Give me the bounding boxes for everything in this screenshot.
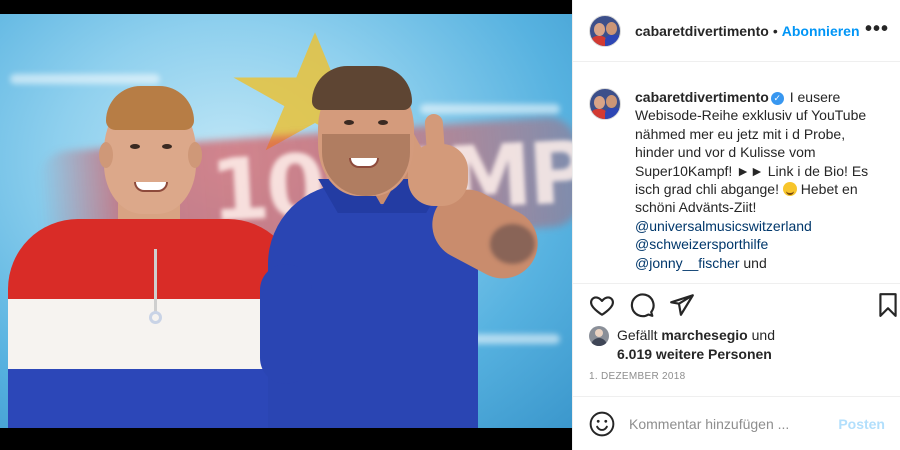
heart-icon[interactable]	[589, 292, 615, 318]
person-left-eye	[162, 144, 172, 149]
background-light-streak	[10, 74, 160, 84]
separator-dot: •	[772, 22, 778, 39]
liker-avatar[interactable]	[589, 326, 609, 346]
follow-button[interactable]: Abonnieren	[782, 23, 860, 39]
post-sidebar: cabaretdivertimento • Abonnieren ••• cab…	[572, 0, 900, 450]
likes-summary: Gefällt marchesegio und 6.019 weitere Pe…	[589, 326, 889, 364]
liker-username[interactable]: marchesegio	[661, 327, 747, 343]
post-media[interactable]: 10KAMP	[0, 0, 572, 450]
mention-link[interactable]: @schweizersporthilfe	[635, 235, 883, 253]
person-left-hair	[106, 86, 194, 130]
person-right-hair	[312, 66, 412, 110]
post-header: cabaretdivertimento • Abonnieren •••	[573, 0, 900, 62]
avatar[interactable]	[589, 88, 621, 120]
person-left-eye	[130, 144, 140, 149]
likes-prefix: Gefällt	[617, 327, 662, 343]
person-left-ear	[188, 142, 202, 168]
background-light-streak	[420, 104, 560, 114]
grinning-emoji-icon	[782, 182, 797, 197]
avatar[interactable]	[589, 14, 621, 47]
bookmark-icon[interactable]	[875, 292, 900, 318]
action-bar	[573, 284, 900, 326]
more-options-icon[interactable]: •••	[865, 19, 889, 39]
post-comment-button[interactable]: Posten	[838, 416, 885, 432]
mention-line: @jonny__fischer und	[635, 255, 767, 271]
caption-username[interactable]: cabaretdivertimento	[635, 89, 769, 105]
likes-others-count[interactable]: 6.019 weitere Personen	[617, 346, 772, 362]
comment-icon[interactable]	[629, 292, 655, 318]
share-icon[interactable]	[669, 292, 695, 318]
header-username[interactable]: cabaretdivertimento	[635, 23, 769, 39]
person-right-sleeve	[260, 264, 312, 384]
person-left-jacket	[8, 219, 298, 428]
caption: cabaretdivertimento ✓ I eusere Webisode-R…	[573, 62, 900, 284]
comment-input[interactable]	[629, 415, 839, 432]
person-right-eye	[378, 120, 388, 125]
person-right-tattoo	[490, 224, 535, 264]
post-date[interactable]: 1. DEZEMBER 2018	[589, 371, 686, 382]
person-right-hand	[408, 144, 468, 206]
mention-link[interactable]: @universalmusicswitzerland	[635, 217, 883, 235]
caption-trailing-text: und	[739, 254, 767, 271]
background-light-streak	[470, 334, 560, 344]
video-frame[interactable]: 10KAMP	[0, 14, 572, 428]
comment-bar: Posten	[573, 396, 900, 450]
likes-joiner: und	[747, 327, 775, 343]
person-right-eye	[344, 120, 354, 125]
emoji-picker-icon[interactable]	[589, 411, 615, 437]
mention-link[interactable]: @jonny__fischer	[635, 255, 740, 271]
likes-text: Gefällt marchesegio und 6.019 weitere Pe…	[617, 326, 775, 364]
verified-badge-icon: ✓	[770, 92, 784, 105]
person-left-mouth	[134, 182, 168, 192]
caption-text: cabaretdivertimento ✓ I eusere Webisode-R…	[635, 88, 883, 283]
person-left-ear	[99, 142, 113, 168]
